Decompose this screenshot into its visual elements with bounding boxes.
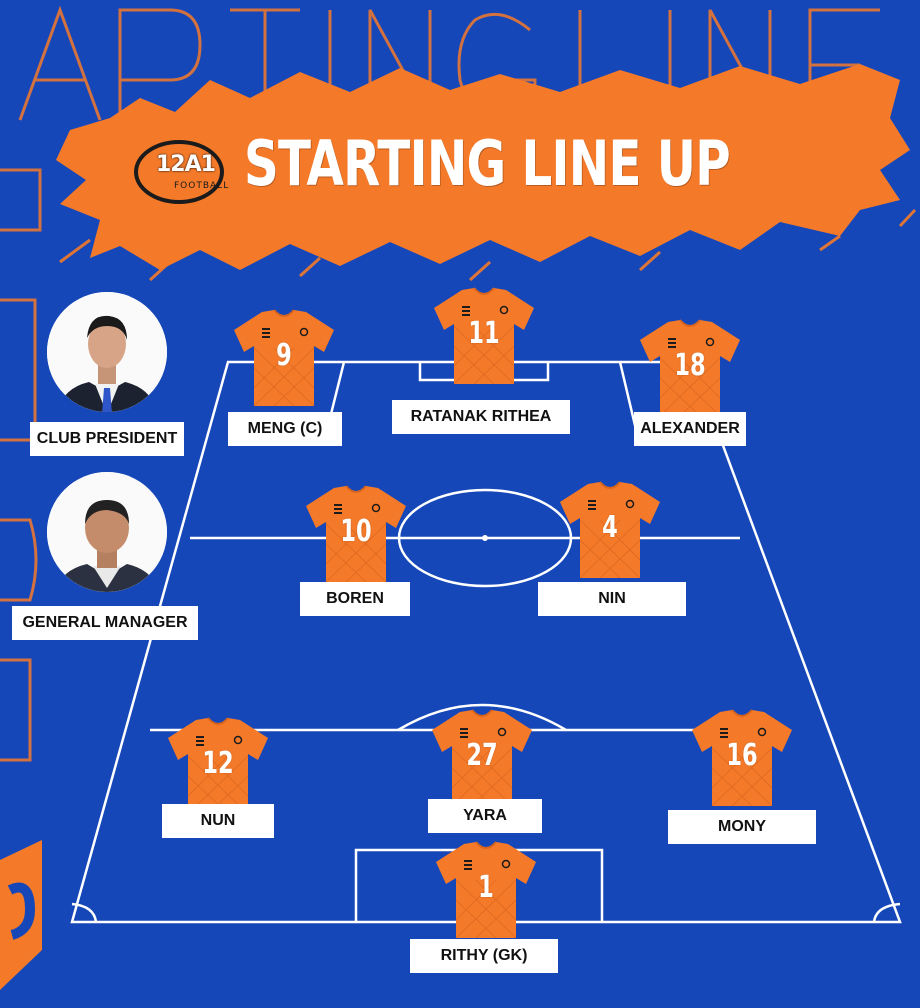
- jersey-number: 27: [466, 738, 498, 773]
- player-jersey: 4: [558, 480, 662, 580]
- player-name-label: ALEXANDER: [634, 412, 746, 446]
- jersey-number: 18: [674, 348, 706, 383]
- jersey-number: 16: [726, 738, 758, 773]
- player-name-label: MONY: [668, 810, 816, 844]
- jersey-number: 11: [468, 316, 500, 351]
- staff-label-manager: GENERAL MANAGER: [12, 606, 198, 640]
- player-name-label: RATANAK RITHEA: [392, 400, 570, 434]
- player-name-label: NUN: [162, 804, 274, 838]
- jersey-number: 12: [202, 746, 234, 781]
- player-name-label: BOREN: [300, 582, 410, 616]
- player-jersey: 18: [638, 318, 742, 418]
- lineup-poster: 12A1 FOOTBALL STARTING LINE UP CLUB PRES…: [0, 0, 920, 1008]
- staff-label-president: CLUB PRESIDENT: [30, 422, 184, 456]
- president-photo: [47, 292, 167, 412]
- player-name-label: NIN: [538, 582, 686, 616]
- player-name-label: MENG (C): [228, 412, 342, 446]
- player-jersey: 9: [232, 308, 336, 408]
- player-name-label: RITHY (GK): [410, 939, 558, 973]
- player-jersey: 11: [432, 286, 536, 386]
- jersey-number: 4: [602, 510, 618, 545]
- jersey-number: 9: [276, 338, 292, 373]
- jersey-number: 10: [340, 514, 372, 549]
- jersey-number: 1: [478, 870, 494, 905]
- player-jersey: 16: [690, 708, 794, 808]
- player-jersey: 1: [434, 840, 538, 940]
- player-jersey: 12: [166, 716, 270, 816]
- player-jersey: 10: [304, 484, 408, 584]
- manager-photo: [47, 472, 167, 592]
- player-name-label: YARA: [428, 799, 542, 833]
- player-jersey: 27: [430, 708, 534, 808]
